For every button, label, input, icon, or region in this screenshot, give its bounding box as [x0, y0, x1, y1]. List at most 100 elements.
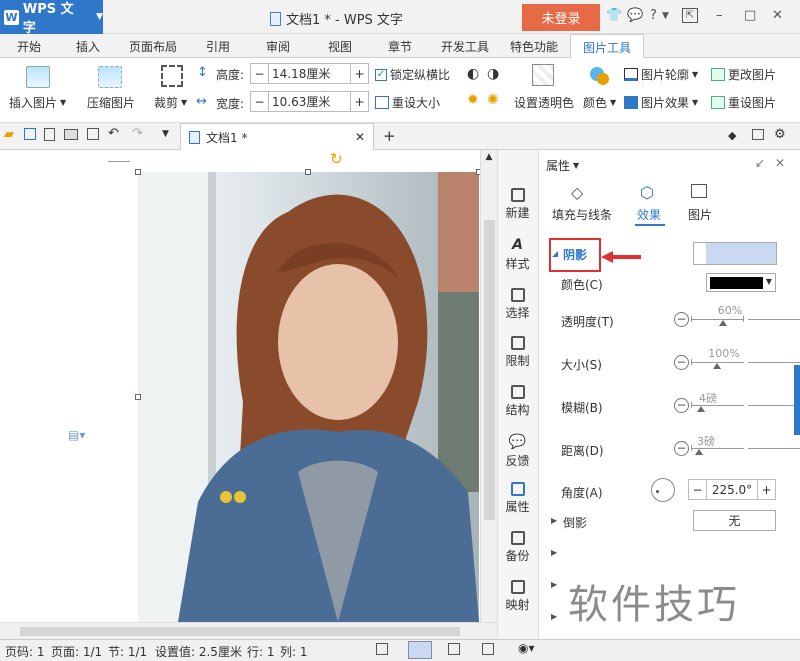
- plus-icon[interactable]: +: [351, 95, 368, 109]
- sidebar-item-properties[interactable]: 属性: [497, 482, 538, 515]
- expand-triangle-icon[interactable]: ◢: [552, 249, 558, 258]
- close-tab-icon[interactable]: ✕: [355, 130, 365, 144]
- status-col[interactable]: 列: 1: [280, 643, 308, 660]
- resize-handle[interactable]: [305, 169, 311, 175]
- restore-ribbon-icon[interactable]: ⇱: [682, 8, 698, 23]
- minus-icon[interactable]: −: [674, 354, 689, 370]
- reset-picture-button[interactable]: 重设图片: [711, 94, 776, 111]
- reflection-label[interactable]: 倒影: [563, 514, 587, 531]
- tab-tool-icon[interactable]: ◆: [728, 129, 736, 142]
- shirt-icon[interactable]: 👕: [606, 8, 622, 23]
- shadow-color-dropdown[interactable]: ▼: [706, 273, 776, 292]
- collapse-triangle-icon[interactable]: ▶: [551, 612, 557, 621]
- tab-effect[interactable]: 效果: [637, 206, 661, 223]
- scrollbar-thumb[interactable]: [484, 220, 495, 520]
- outline-view-icon[interactable]: [448, 643, 460, 655]
- sidebar-item-new[interactable]: 新建: [497, 188, 538, 221]
- slider-thumb[interactable]: [697, 405, 705, 412]
- shadow-preset-dropdown[interactable]: [693, 242, 777, 265]
- panel-title[interactable]: 属性 ▼: [546, 157, 579, 174]
- page-view-icon[interactable]: [408, 641, 432, 659]
- sidebar-item-structure[interactable]: 结构: [497, 385, 538, 418]
- help-dropdown-icon[interactable]: ▼: [662, 11, 669, 21]
- minimize-button[interactable]: –: [716, 8, 723, 23]
- tab-picture-tools[interactable]: 图片工具: [570, 34, 644, 59]
- crop-button[interactable]: 裁剪 ▼: [154, 94, 187, 111]
- resize-handle[interactable]: [135, 394, 141, 400]
- horizontal-scrollbar[interactable]: [0, 622, 497, 639]
- height-stepper[interactable]: − 14.18厘米 +: [250, 63, 369, 84]
- eye-protect-icon[interactable]: ◉▾: [518, 641, 535, 655]
- tab-picture[interactable]: 图片: [688, 206, 712, 223]
- tab-chapter[interactable]: 章节: [388, 38, 412, 55]
- lock-ratio-checkbox[interactable]: ✓ 锁定纵横比: [375, 66, 450, 83]
- login-button[interactable]: 未登录: [522, 4, 600, 31]
- sidebar-item-style[interactable]: A 样式: [497, 237, 538, 272]
- chevron-down-icon[interactable]: ▼: [162, 129, 169, 139]
- contrast-decrease-icon[interactable]: ◑: [487, 66, 499, 82]
- size-slider[interactable]: −+: [674, 353, 800, 371]
- minus-icon[interactable]: −: [674, 440, 689, 456]
- status-page-number[interactable]: 页码: 1: [5, 643, 45, 660]
- width-value[interactable]: 10.63厘米: [268, 92, 351, 111]
- scrollbar-thumb[interactable]: [20, 627, 460, 636]
- tab-view[interactable]: 视图: [328, 38, 352, 55]
- minus-icon[interactable]: −: [251, 95, 268, 109]
- document-tab[interactable]: 文档1 * ✕: [180, 123, 374, 150]
- picture-outline-button[interactable]: 图片轮廓 ▼: [624, 66, 698, 83]
- status-row[interactable]: 行: 1: [247, 643, 275, 660]
- reflection-dropdown[interactable]: 无: [693, 510, 776, 531]
- collapse-triangle-icon[interactable]: ▶: [551, 516, 557, 525]
- paragraph-icon[interactable]: ▤▾: [68, 428, 85, 442]
- angle-dial[interactable]: [651, 478, 675, 502]
- slider-thumb[interactable]: [695, 448, 703, 455]
- status-section[interactable]: 节: 1/1: [108, 643, 147, 660]
- slider-thumb[interactable]: [719, 319, 727, 326]
- chat-icon[interactable]: 💬: [627, 8, 643, 23]
- distance-slider[interactable]: −+: [674, 439, 800, 457]
- angle-stepper[interactable]: − 225.0° +: [688, 479, 776, 500]
- scroll-up-icon[interactable]: ▲: [484, 152, 494, 162]
- picture-effect-button[interactable]: 图片效果 ▼: [624, 94, 698, 111]
- minus-icon[interactable]: −: [674, 397, 689, 413]
- redo-icon[interactable]: ↷: [132, 126, 143, 141]
- print-preview-icon[interactable]: [87, 128, 99, 140]
- new-tab-button[interactable]: +: [383, 127, 396, 145]
- sidebar-item-restrict[interactable]: 限制: [497, 336, 538, 369]
- maximize-button[interactable]: □: [744, 8, 756, 23]
- transparency-slider[interactable]: −+: [674, 310, 800, 328]
- tab-developer[interactable]: 开发工具: [441, 38, 489, 55]
- tab-insert[interactable]: 插入: [76, 38, 100, 55]
- shadow-section-label[interactable]: 阴影: [563, 246, 587, 263]
- plus-icon[interactable]: +: [351, 67, 368, 81]
- status-pages[interactable]: 页面: 1/1: [51, 643, 102, 660]
- tab-special[interactable]: 特色功能: [510, 38, 558, 55]
- sidebar-item-mapping[interactable]: 映射: [497, 580, 538, 613]
- set-transparent-color-button[interactable]: 设置透明色: [514, 94, 574, 111]
- reset-size-button[interactable]: 重设大小: [375, 94, 440, 111]
- tab-reference[interactable]: 引用: [206, 38, 230, 55]
- color-button[interactable]: 颜色 ▼: [583, 94, 616, 111]
- sidebar-item-select[interactable]: 选择: [497, 288, 538, 321]
- compress-picture-button[interactable]: 压缩图片: [87, 94, 135, 111]
- collapse-triangle-icon[interactable]: ▶: [551, 548, 557, 557]
- sidebar-item-backup[interactable]: 备份: [497, 531, 538, 564]
- tab-page-layout[interactable]: 页面布局: [129, 38, 177, 55]
- minus-icon[interactable]: −: [689, 483, 706, 497]
- dock-icon[interactable]: ↙: [755, 156, 765, 170]
- contrast-icon[interactable]: ◐: [467, 66, 479, 82]
- app-menu-button[interactable]: W WPS 文字 ▼: [0, 0, 103, 36]
- minus-icon[interactable]: −: [674, 311, 689, 327]
- slider-thumb[interactable]: [713, 362, 721, 369]
- tab-review[interactable]: 审阅: [266, 38, 290, 55]
- plus-icon[interactable]: +: [758, 483, 775, 497]
- sidebar-item-feedback[interactable]: 💬 反馈: [497, 434, 538, 469]
- panel-scrollbar[interactable]: [794, 365, 800, 435]
- status-setting[interactable]: 设置值: 2.5厘米: [155, 643, 242, 660]
- tab-start[interactable]: 开始: [17, 38, 41, 55]
- close-panel-icon[interactable]: ✕: [775, 156, 785, 170]
- change-picture-button[interactable]: 更改图片: [711, 66, 776, 83]
- angle-value[interactable]: 225.0°: [706, 480, 758, 499]
- close-button[interactable]: ✕: [772, 8, 783, 23]
- print-icon[interactable]: [64, 129, 78, 140]
